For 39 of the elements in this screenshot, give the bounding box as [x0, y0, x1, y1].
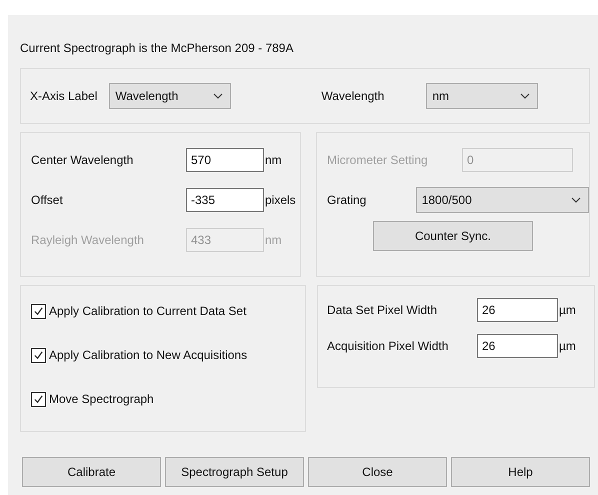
- checkbox[interactable]: [31, 304, 46, 318]
- unit-label: µm: [559, 339, 576, 353]
- dialog-button[interactable]: Help: [451, 457, 590, 487]
- checkbox[interactable]: [31, 348, 46, 362]
- unit-label: nm: [265, 233, 282, 247]
- check-icon: [33, 350, 44, 360]
- checkbox-label: Apply Calibration to New Acquisitions: [49, 348, 248, 362]
- field-label: Wavelength: [321, 89, 384, 103]
- checkbox-label: Move Spectrograph: [49, 392, 154, 406]
- chevron-icon: [520, 93, 530, 99]
- field-label: Data Set Pixel Width: [327, 303, 438, 317]
- field-label: Rayleigh Wavelength: [31, 233, 145, 247]
- input-field[interactable]: 570: [186, 148, 264, 172]
- dialog-button[interactable]: Calibrate: [22, 457, 161, 487]
- check-icon: [33, 394, 44, 404]
- input-field[interactable]: 26: [477, 298, 558, 322]
- chevron-icon: [571, 197, 581, 203]
- field-label: Grating: [327, 193, 368, 207]
- unit-label: pixels: [265, 193, 296, 207]
- dialog-button[interactable]: Close: [308, 457, 447, 487]
- field-label: Micrometer Setting: [327, 153, 429, 167]
- field-label: Offset: [31, 193, 64, 207]
- checkbox-label: Apply Calibration to Current Data Set: [49, 304, 246, 318]
- unit-dropdown[interactable]: nm: [426, 83, 538, 109]
- unit-label: nm: [265, 153, 282, 167]
- check-icon: [33, 306, 44, 316]
- axis-dropdown[interactable]: Wavelength: [109, 83, 232, 109]
- field-label: Center Wavelength: [31, 153, 134, 167]
- heading-text: Current Spectrograph is the McPherson 209 - 789A: [20, 40, 294, 57]
- field-label: X-Axis Label: [30, 89, 98, 103]
- field-label: Acquisition Pixel Width: [327, 339, 450, 353]
- input-field[interactable]: 26: [477, 334, 558, 358]
- unit-label: µm: [559, 303, 576, 317]
- grating-dropdown[interactable]: 1800/500: [416, 187, 589, 213]
- chevron-icon: [213, 93, 224, 99]
- counter-sync-button[interactable]: Counter Sync.: [373, 221, 533, 251]
- dialog-button[interactable]: Spectrograph Setup: [165, 457, 304, 487]
- checkbox[interactable]: [31, 392, 46, 406]
- input-field[interactable]: -335: [186, 188, 264, 212]
